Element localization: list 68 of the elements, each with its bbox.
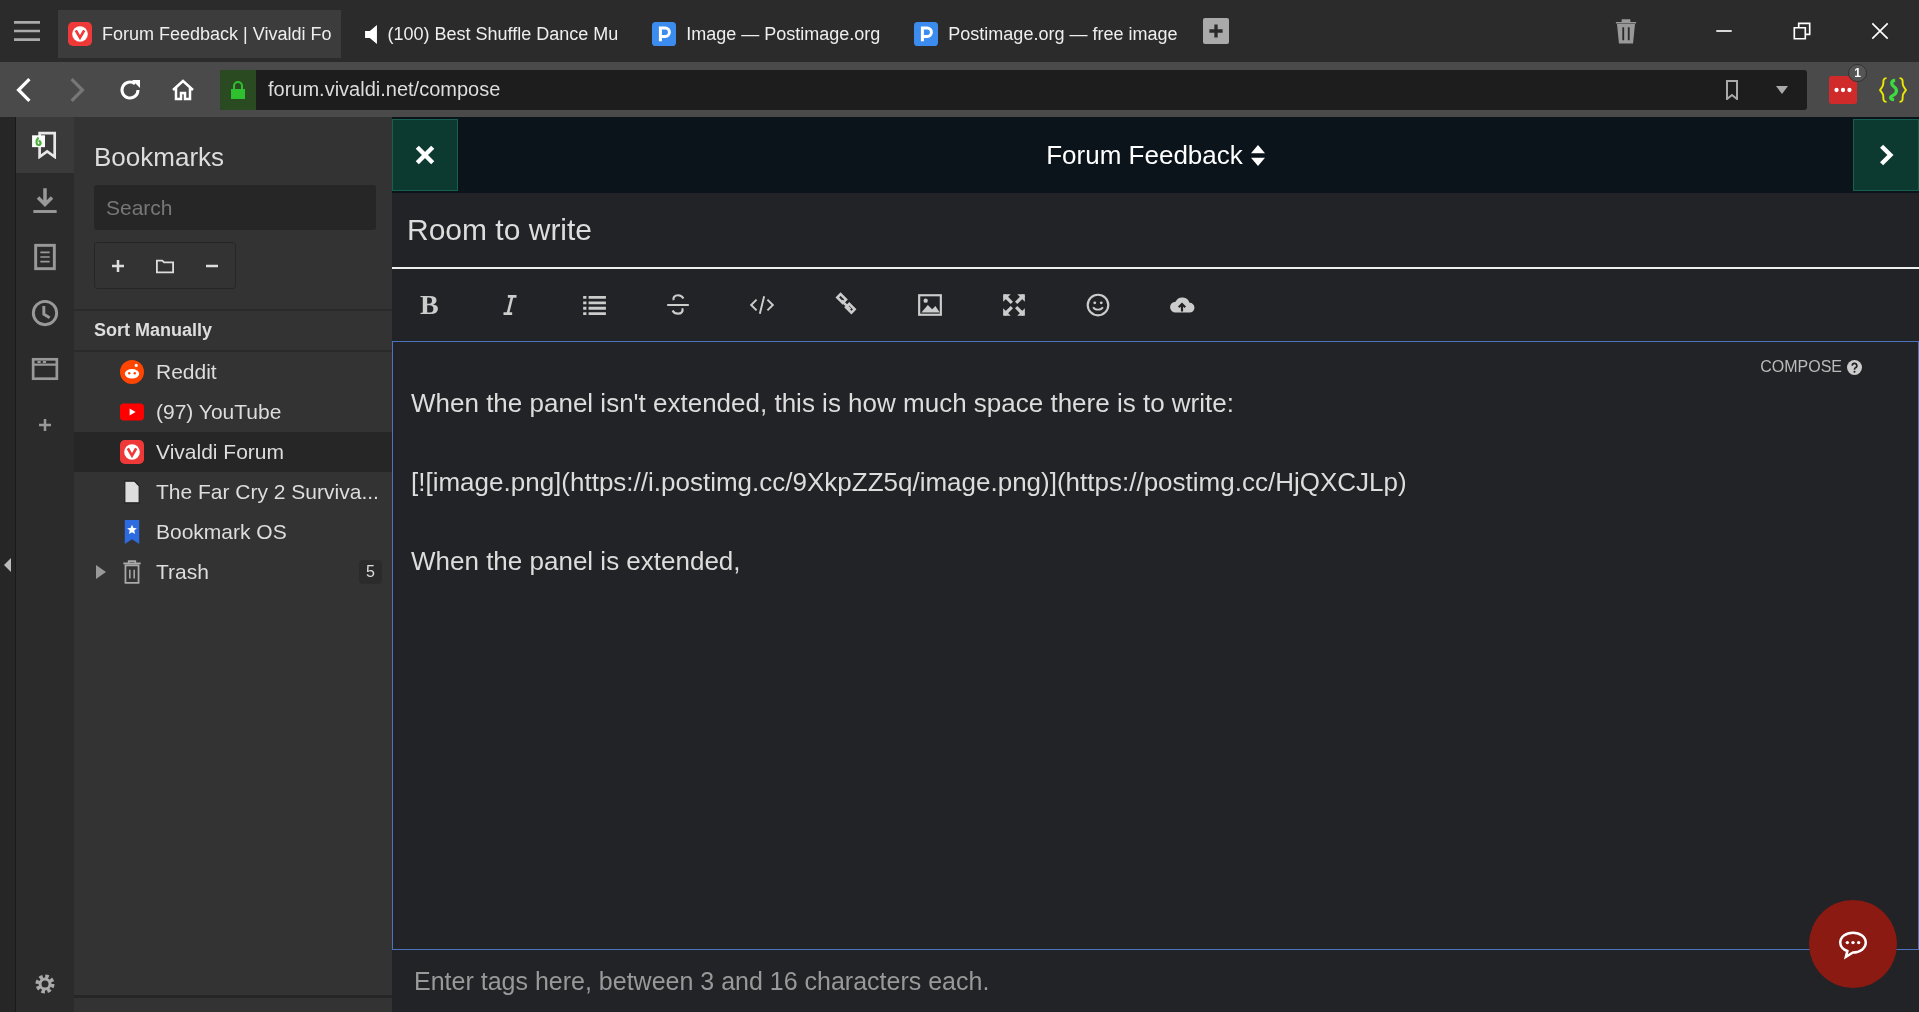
p-logo-icon [914,22,939,46]
bookmark-label: Bookmark OS [156,520,287,544]
item-count: 5 [359,560,382,584]
clock-icon[interactable] [31,299,59,327]
bookmark-label: Trash [156,560,209,584]
bookmark-item[interactable]: Vivaldi Forum [74,432,392,472]
trash-folder-item[interactable]: Trash 5 [74,552,392,592]
browser-tab[interactable]: Image — Postimage.org [642,10,891,58]
tab-title: Forum Feedback | Vivaldi Fo [102,23,332,45]
p-logo-icon [652,22,677,46]
editor-area[interactable]: COMPOSE When the panel isn't extended, this is how much space there is to write: [![image.png](https://i.postimg.cc/9XkpZZ5q/image.png)](https://postimg.cc/HjQXCJLp) When the panel is extended, [392,341,1919,950]
folder-icon[interactable] [156,257,174,274]
bookmark-label: Reddit [156,360,217,384]
notification-badge: 1 [1848,63,1867,82]
restore-icon[interactable] [1791,20,1813,42]
editor-text: When the panel isn't extended, this is how much space there is to write: [411,388,1235,419]
category-selector[interactable]: Forum Feedback [1046,139,1265,171]
bookmark-label: Vivaldi Forum [156,440,284,464]
add-icon[interactable] [37,417,53,433]
address-field[interactable]: forum.vivaldi.net/compose [220,69,1807,110]
tab-title: Postimage.org — free image [948,23,1178,45]
url-text: forum.vivaldi.net/compose [268,78,501,101]
settings-icon[interactable] [33,972,57,996]
image-icon[interactable] [916,292,943,318]
collapsed-arrow-icon[interactable] [96,565,106,579]
bold-button[interactable]: B [420,292,439,318]
bookmark-item[interactable]: The Far Cry 2 Surviva... [74,472,392,512]
compose-label: COMPOSE [1760,358,1842,376]
browser-tab[interactable]: Forum Feedback | Vivaldi Fo [58,10,342,58]
collapse-arrow-icon[interactable] [4,557,12,572]
panel-button[interactable] [16,117,74,173]
browser-tab[interactable]: (100) Best Shuffle Dance Mu [355,10,629,58]
search-field[interactable]: Search [94,185,376,230]
sort-arrows-icon[interactable] [1250,144,1265,166]
sort-label[interactable]: Sort Manually [94,320,213,340]
tab-title: (100) Best Shuffle Dance Mu [387,23,619,45]
browser-tab[interactable]: Postimage.org — free image [904,10,1188,58]
site-info-button[interactable] [220,69,256,110]
window-icon[interactable] [31,355,59,383]
speaker-icon [365,24,378,44]
panel-title: Bookmarks [93,141,226,174]
bookmark-label: (97) YouTube [156,400,282,424]
vivaldi-logo-icon [68,22,92,46]
bookmark-label: The Far Cry 2 Surviva... [156,480,379,504]
close-button[interactable] [392,119,458,191]
trash-icon[interactable] [1615,18,1637,44]
notes-icon[interactable] [31,243,59,271]
bookmark-icon[interactable] [31,131,59,159]
tab-title: Image — Postimage.org [686,23,881,45]
fullscreen-icon[interactable] [1000,292,1027,318]
trash-icon [120,560,144,584]
bookmark-item[interactable]: (97) YouTube [74,392,392,432]
editor-text: [![image.png](https://i.postimg.cc/9XkpZZ5q/image.png)](https://postimg.cc/HjQXCJLp) [411,467,1408,498]
download-icon[interactable] [31,187,59,215]
strikethrough-icon[interactable] [664,292,691,318]
chat-extension-icon[interactable] [1829,75,1857,104]
close-icon[interactable] [414,144,436,166]
lock-icon[interactable] [230,80,246,99]
menu-icon[interactable] [14,20,40,42]
close-icon[interactable] [1869,20,1891,42]
next-button[interactable] [1853,119,1919,191]
vivaldi-logo-icon [120,440,144,464]
dropdown-caret-icon[interactable] [1775,84,1789,95]
bookmark-item[interactable]: Bookmark OS [74,512,392,552]
editor-text: When the panel is extended, [411,546,742,577]
help-icon[interactable] [1847,359,1862,375]
emoji-icon[interactable] [1084,292,1111,318]
bookmark-item[interactable]: Reddit [74,352,392,392]
